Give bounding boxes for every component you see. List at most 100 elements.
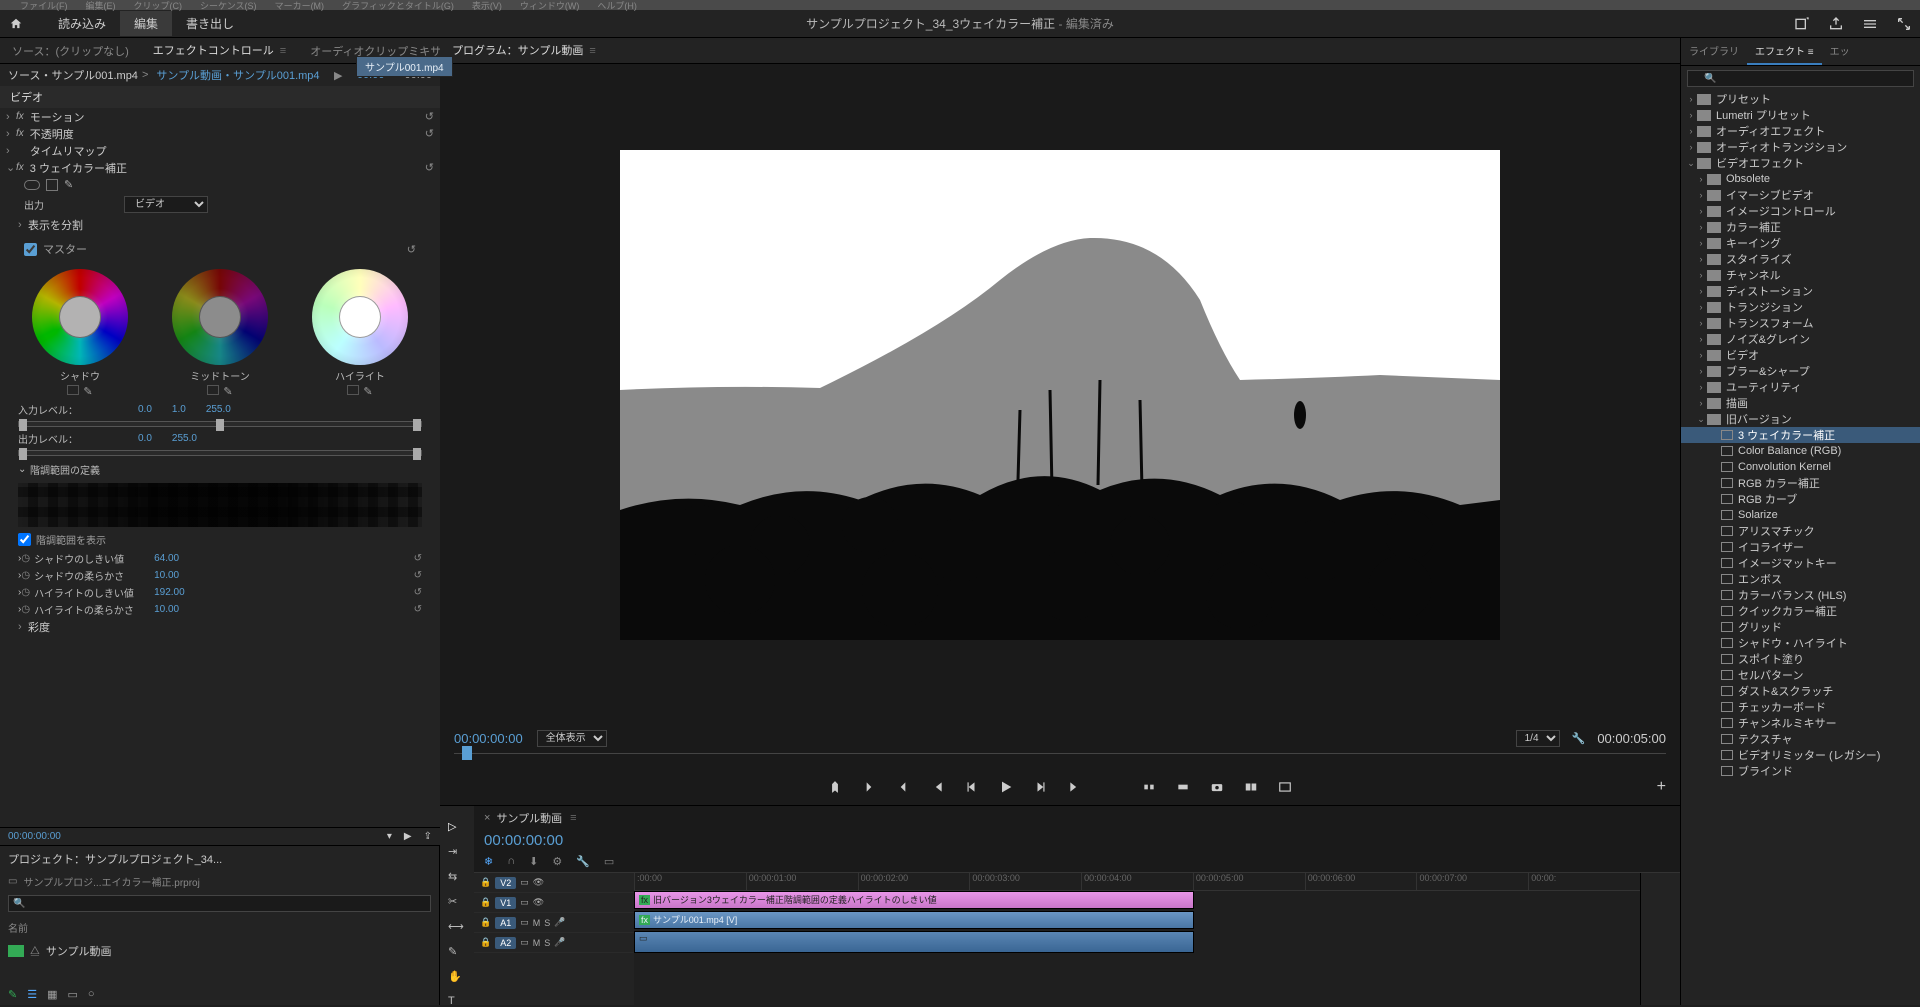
playhead-icon[interactable] <box>462 746 472 760</box>
eyedropper-icon[interactable]: ✎ <box>83 385 92 398</box>
tree-row[interactable]: Convolution Kernel <box>1681 459 1920 475</box>
goto-in-icon[interactable] <box>930 780 944 794</box>
tonal-strip[interactable] <box>18 483 422 527</box>
track-a2[interactable]: 🔒A2▭MS🎤 <box>474 933 634 953</box>
mask-pen-icon[interactable]: ✎ <box>64 178 73 191</box>
tree-row[interactable]: カラーバランス (HLS) <box>1681 587 1920 603</box>
tree-row[interactable]: イメージマットキー <box>1681 555 1920 571</box>
tree-row[interactable]: Solarize <box>1681 507 1920 523</box>
extract-icon[interactable] <box>1176 780 1190 794</box>
tree-row[interactable]: テクスチャ <box>1681 731 1920 747</box>
reset-icon[interactable]: ↺ <box>414 570 422 581</box>
tree-row[interactable]: ›ブラー&シャープ <box>1681 363 1920 379</box>
stopwatch-icon[interactable]: ◷ <box>21 553 30 564</box>
tree-row[interactable]: ›Lumetri プリセット <box>1681 107 1920 123</box>
maximize-icon[interactable] <box>1896 16 1912 32</box>
tree-row[interactable]: RGB カラー補正 <box>1681 475 1920 491</box>
tree-row[interactable]: ›チャンネル <box>1681 267 1920 283</box>
tree-row[interactable]: ダスト&スクラッチ <box>1681 683 1920 699</box>
slip-tool[interactable]: ⟷ <box>448 920 466 933</box>
goto-out-icon[interactable] <box>1068 780 1082 794</box>
marker-icon[interactable] <box>828 780 842 794</box>
tree-row[interactable]: ⌄ビデオエフェクト <box>1681 155 1920 171</box>
tree-row[interactable]: シャドウ・ハイライト <box>1681 635 1920 651</box>
shadow-wheel[interactable] <box>32 269 128 365</box>
param-row[interactable]: ›◷ハイライトのしきい値192.00↺ <box>0 584 440 601</box>
tab-program[interactable]: プログラム：サンプル動画≡ <box>440 36 608 66</box>
reset-icon[interactable]: ↺ <box>414 553 422 564</box>
step-fwd-icon[interactable] <box>1034 780 1048 794</box>
cc-icon[interactable]: ▭ <box>604 855 614 868</box>
tree-row[interactable]: Color Balance (RGB) <box>1681 443 1920 459</box>
tree-row[interactable]: 3 ウェイカラー補正 <box>1681 427 1920 443</box>
shadow-swatch[interactable] <box>67 385 79 395</box>
fx-timeremap[interactable]: ›fxタイムリマップ <box>0 142 440 159</box>
workspace-import[interactable]: 読み込み <box>44 11 120 36</box>
tree-row[interactable]: ›描画 <box>1681 395 1920 411</box>
settings-icon[interactable]: ⚙ <box>552 855 562 868</box>
tab-essential[interactable]: エッ <box>1822 38 1858 65</box>
razor-tool[interactable]: ✂ <box>448 895 466 908</box>
timeline-tracks[interactable]: :00:0000:00:01:0000:00:02:0000:00:03:000… <box>634 873 1640 1005</box>
tree-row[interactable]: ›Obsolete <box>1681 171 1920 187</box>
tree-row[interactable]: アリスマチック <box>1681 523 1920 539</box>
track-v2[interactable]: 🔒V2▭👁 <box>474 873 634 893</box>
freeform-view-icon[interactable]: ▭ <box>68 988 78 1001</box>
tab-library[interactable]: ライブラリ <box>1681 38 1747 65</box>
ripple-tool[interactable]: ⇆ <box>448 870 466 883</box>
sequence-link[interactable]: サンプル動画・サンプル001.mp4 <box>156 67 319 83</box>
master-checkbox[interactable] <box>24 243 37 256</box>
tree-row[interactable]: スポイト塗り <box>1681 651 1920 667</box>
share-icon[interactable] <box>1828 16 1844 32</box>
track-a1[interactable]: 🔒A1▭MS🎤 <box>474 913 634 933</box>
param-row[interactable]: ›◷シャドウのしきい値64.00↺ <box>0 550 440 567</box>
marker-add-icon[interactable]: ⬇ <box>529 855 538 868</box>
compare-icon[interactable] <box>1244 780 1258 794</box>
tab-effects[interactable]: エフェクト ≡ <box>1747 38 1822 65</box>
fx-opacity[interactable]: ›fx不透明度↺ <box>0 125 440 142</box>
tree-row[interactable]: ›トランジション <box>1681 299 1920 315</box>
tree-row[interactable]: チェッカーボード <box>1681 699 1920 715</box>
tree-row[interactable]: イコライザー <box>1681 539 1920 555</box>
stopwatch-icon[interactable]: ◷ <box>21 570 30 581</box>
highlight-swatch[interactable] <box>347 385 359 395</box>
eyedropper-icon[interactable]: ✎ <box>223 385 232 398</box>
tree-row[interactable]: ›キーイング <box>1681 235 1920 251</box>
tree-row[interactable]: ブラインド <box>1681 763 1920 779</box>
project-search-input[interactable] <box>8 895 431 912</box>
filter-icon[interactable]: ▾ <box>387 831 392 842</box>
project-item[interactable]: ⧋サンプル動画 <box>0 939 439 963</box>
clip-audio[interactable]: ▭ <box>634 931 1194 953</box>
workspace-export[interactable]: 書き出し <box>172 11 248 36</box>
in-point-icon[interactable] <box>862 780 876 794</box>
program-scale-select[interactable]: 1/4 <box>1516 730 1560 747</box>
source-clip-tab[interactable]: サンプル001.mp4 <box>356 56 453 77</box>
timeline-tc[interactable]: 00:00:00:00 <box>474 830 1680 851</box>
tree-row[interactable]: ›トランスフォーム <box>1681 315 1920 331</box>
fx-threeway[interactable]: ⌄fx3 ウェイカラー補正↺ <box>0 159 440 176</box>
tree-row[interactable]: ›オーディオトランジション <box>1681 139 1920 155</box>
reset-icon[interactable]: ↺ <box>414 587 422 598</box>
home-icon[interactable] <box>8 17 24 31</box>
tree-row[interactable]: クイックカラー補正 <box>1681 603 1920 619</box>
mask-ellipse-icon[interactable] <box>24 180 40 190</box>
pencil-icon[interactable]: ✎ <box>8 988 17 1001</box>
program-view[interactable] <box>620 150 1500 640</box>
tree-row[interactable]: ›カラー補正 <box>1681 219 1920 235</box>
tab-source[interactable]: ソース：(クリップなし) <box>0 37 141 65</box>
wrench-icon[interactable]: 🔧 <box>576 855 590 868</box>
tree-row[interactable]: ›イマーシブビデオ <box>1681 187 1920 203</box>
lift-icon[interactable] <box>1142 780 1156 794</box>
tree-row[interactable]: ›ビデオ <box>1681 347 1920 363</box>
tonal-def-row[interactable]: ⌄階調範囲の定義 <box>0 458 440 481</box>
icon-view-icon[interactable]: ▦ <box>47 988 57 1001</box>
pen-tool[interactable]: ✎ <box>448 945 466 958</box>
tree-row[interactable]: チャンネルミキサー <box>1681 715 1920 731</box>
tree-row[interactable]: ビデオリミッター (レガシー) <box>1681 747 1920 763</box>
tree-row[interactable]: ⌄旧バージョン <box>1681 411 1920 427</box>
input-level-slider[interactable] <box>18 421 422 427</box>
tree-row[interactable]: ›イメージコントロール <box>1681 203 1920 219</box>
tree-row[interactable]: グリッド <box>1681 619 1920 635</box>
timeline-ruler[interactable]: :00:0000:00:01:0000:00:02:0000:00:03:000… <box>634 873 1640 891</box>
mask-rect-icon[interactable] <box>46 179 58 191</box>
